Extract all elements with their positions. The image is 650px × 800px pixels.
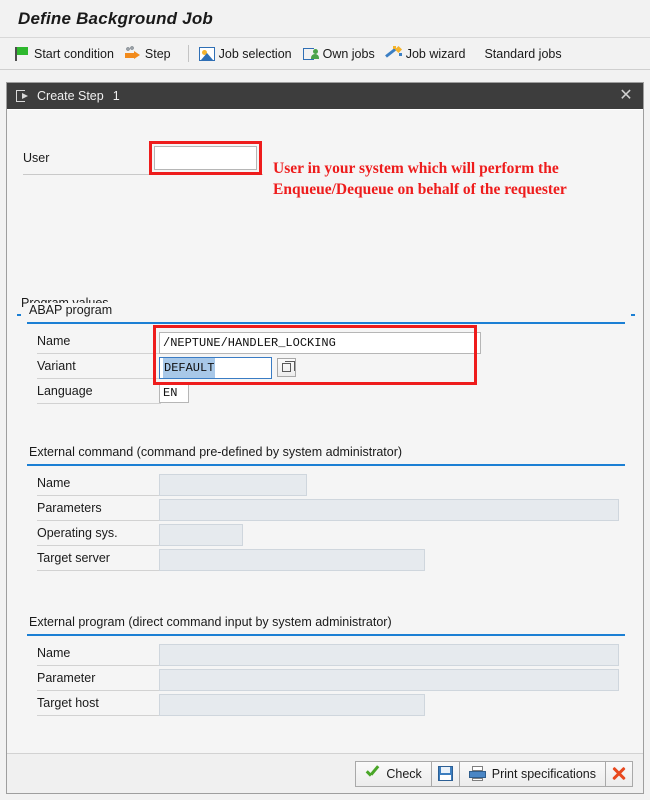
user-annotation-text: User in your system which will perform t…: [273, 160, 567, 198]
check-icon: [365, 766, 380, 781]
toolbar-label: Step: [144, 46, 171, 61]
toolbar-item-step[interactable]: Step: [123, 41, 180, 67]
toolbar-item-job-selection[interactable]: Job selection: [197, 41, 301, 67]
toolbar-item-own-jobs[interactable]: Own jobs: [301, 41, 384, 67]
external-command-legend: External command (command pre-defined by…: [27, 445, 405, 459]
printer-icon: [468, 766, 486, 781]
flag-icon: [14, 46, 30, 62]
user-label: User: [23, 151, 50, 165]
extprog-name-input: [159, 644, 619, 666]
toolbar-item-job-wizard[interactable]: Job wizard: [384, 41, 475, 67]
dialog-body: User User in your system which will perf…: [7, 109, 643, 753]
toolbar-label: Job wizard: [405, 46, 466, 61]
page-title: Define Background Job: [18, 8, 214, 28]
dialog-title: Create Step: [37, 89, 104, 103]
extcmd-operating-sys-label: Operating sys.: [37, 526, 118, 540]
step-icon: [124, 45, 141, 62]
external-command-group-content: External command (command pre-defined by…: [21, 445, 631, 598]
print-specifications-button[interactable]: Print specifications: [458, 760, 606, 787]
abap-program-legend: ABAP program: [27, 303, 115, 317]
extcmd-name-input: [159, 474, 307, 496]
abap-language-label: Language: [37, 384, 93, 398]
toolbar-item-start-condition[interactable]: Start condition: [12, 41, 123, 67]
extcmd-parameters-underline: [37, 520, 161, 521]
cancel-button[interactable]: [605, 760, 633, 787]
extcmd-operating-sys-underline: [37, 545, 161, 546]
abap-variant-input[interactable]: DEFAULT: [159, 357, 272, 379]
main-toolbar: Start condition Step Job selection Own j…: [0, 38, 650, 70]
extcmd-name-label: Name: [37, 476, 71, 490]
create-step-dialog: Create Step 1 ✕ User User in your system…: [6, 82, 644, 794]
check-button[interactable]: Check: [355, 760, 432, 787]
abap-name-input[interactable]: [159, 332, 481, 354]
toolbar-label: Own jobs: [322, 46, 375, 61]
save-button[interactable]: [430, 760, 460, 787]
dialog-step-number: 1: [112, 89, 120, 103]
extprog-target-host-label: Target host: [37, 696, 99, 710]
extcmd-target-server-input: [159, 549, 425, 571]
abap-language-input[interactable]: [159, 382, 189, 403]
toolbar-label: Standard jobs: [484, 46, 562, 61]
extcmd-target-server-underline: [37, 570, 161, 571]
user-input[interactable]: [154, 146, 257, 170]
close-red-x-icon: [612, 767, 626, 781]
external-program-group-content: External program (direct command input b…: [21, 615, 631, 744]
extcmd-parameters-label: Parameters: [37, 501, 102, 515]
extcmd-operating-sys-input: [159, 524, 243, 546]
dialog-footer: Check Print specifications: [7, 753, 643, 793]
extprog-parameter-input: [159, 669, 619, 691]
extprog-target-host-underline: [37, 715, 161, 716]
extprog-name-underline: [37, 665, 161, 666]
abap-name-label: Name: [37, 334, 71, 348]
variant-matchcode-icon[interactable]: [277, 358, 296, 377]
print-specifications-label: Print specifications: [491, 766, 596, 781]
wand-icon: [384, 45, 402, 62]
toolbar-label: Start condition: [34, 46, 114, 61]
abap-name-underline: [37, 353, 161, 354]
close-icon[interactable]: ✕: [615, 85, 637, 107]
step-window-icon: [16, 90, 30, 102]
external-program-rule: [27, 634, 625, 636]
job-selection-icon: [198, 46, 215, 62]
abap-variant-underline: [37, 378, 161, 379]
external-command-rule: [27, 464, 625, 466]
extcmd-target-server-label: Target server: [37, 551, 110, 565]
own-jobs-icon: [302, 46, 319, 62]
extcmd-parameters-input: [159, 499, 619, 521]
abap-language-underline: [37, 403, 161, 404]
check-button-label: Check: [386, 766, 422, 781]
dialog-title-bar: Create Step 1 ✕: [7, 83, 643, 109]
abap-program-rule: [27, 322, 625, 324]
extcmd-name-underline: [37, 495, 161, 496]
abap-program-group-content: ABAP program Name Variant DEFAULT Langua…: [21, 303, 631, 424]
app-root: Define Background Job Start condition St…: [0, 0, 650, 800]
abap-variant-label: Variant: [37, 359, 76, 373]
save-icon: [437, 766, 453, 781]
extprog-name-label: Name: [37, 646, 71, 660]
extprog-parameter-label: Parameter: [37, 671, 96, 685]
external-program-legend: External program (direct command input b…: [27, 615, 394, 629]
extprog-parameter-underline: [37, 690, 161, 691]
abap-variant-value: DEFAULT: [163, 358, 216, 378]
page-header: Define Background Job: [0, 0, 650, 38]
toolbar-label: Job selection: [218, 46, 292, 61]
extprog-target-host-input: [159, 694, 425, 716]
toolbar-item-standard-jobs[interactable]: Standard jobs: [474, 41, 570, 67]
toolbar-divider: [187, 45, 189, 62]
